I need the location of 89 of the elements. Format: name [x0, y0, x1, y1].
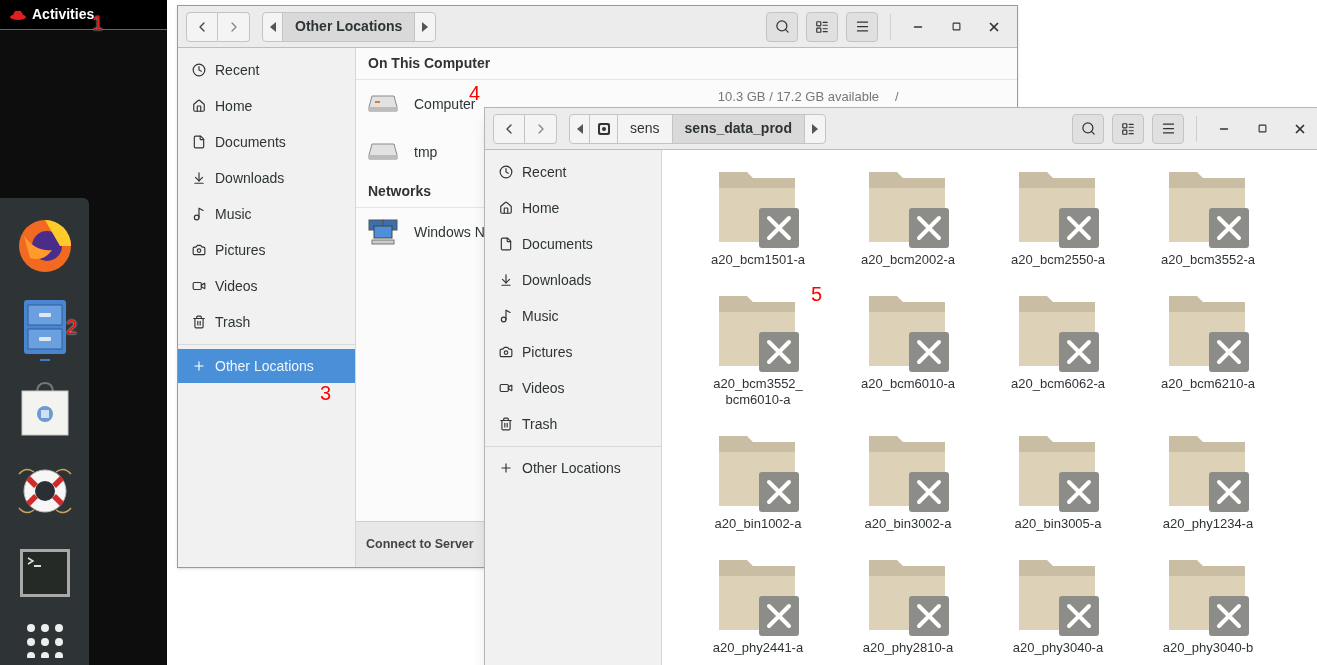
music-icon [192, 207, 206, 221]
file-name: a20_bcm2550-a [1010, 252, 1106, 268]
sidebar-item[interactable]: Recent [178, 52, 355, 88]
file-name: a20_bcm6010-a [860, 376, 956, 392]
video-icon [499, 381, 513, 395]
menu-button[interactable] [1152, 113, 1184, 144]
sidebar-item[interactable]: Documents [485, 226, 661, 262]
sidebar-item[interactable]: Trash [485, 406, 661, 442]
left-triangle-icon [269, 21, 276, 32]
home-icon [192, 99, 206, 113]
video-icon [192, 279, 206, 293]
menu-button[interactable] [846, 11, 878, 42]
file-name: a20_phy3040-a [1011, 640, 1105, 656]
trash-icon [192, 315, 206, 329]
list-view-icon [815, 19, 829, 34]
sidebar-item[interactable]: Downloads [178, 160, 355, 196]
file-name: a20_bin3002-a [863, 516, 953, 532]
file-name: a20_bin1002-a [713, 516, 803, 532]
sidebar-item[interactable]: Documents [178, 124, 355, 160]
file-name: a20_bcm1501-a [710, 252, 806, 268]
connect-to-server-label: Connect to Server [366, 536, 474, 554]
search-icon [774, 19, 790, 34]
mount-point-text: / [895, 90, 900, 104]
search-button[interactable] [1072, 113, 1104, 144]
document-icon [192, 135, 206, 149]
clock-icon [499, 165, 513, 179]
download-icon [499, 273, 513, 287]
clock-icon [192, 63, 206, 77]
file-name: a20_bcm2002-a [860, 252, 956, 268]
sidebar-item[interactable]: Pictures [178, 232, 355, 268]
path-segment[interactable]: sens_data_prod [672, 114, 805, 143]
annotation-number: 3 [320, 381, 332, 406]
app-grid-icon[interactable] [24, 622, 65, 658]
location-name: Windows N [414, 222, 485, 242]
sidebar-item[interactable]: Videos [485, 370, 661, 406]
file-cabinet-icon [22, 299, 67, 355]
location-name: tmp [414, 142, 438, 162]
sidebar-item[interactable]: Home [485, 190, 661, 226]
annotation-number: 5 [811, 282, 823, 307]
hard-drive-icon [368, 95, 398, 113]
document-icon [499, 237, 513, 251]
camera-icon [192, 243, 206, 257]
menu-icon [1160, 121, 1176, 136]
view-button[interactable] [1112, 113, 1144, 144]
path-segment[interactable]: Other Locations [283, 12, 416, 41]
file-name: a20_phy1234-a [1161, 516, 1255, 532]
list-view-icon [1121, 121, 1135, 136]
file-name: a20_phy2810-a [861, 640, 955, 656]
plus-icon [499, 461, 513, 475]
file-name: a20_bcm3552_bcm6010-a [712, 376, 804, 408]
home-icon [499, 201, 513, 215]
search-icon [1080, 121, 1096, 136]
hard-drive-icon [368, 143, 398, 161]
left-triangle-icon [576, 123, 583, 134]
file-name: a20_bcm3552-a [1160, 252, 1256, 268]
maximize-icon [951, 22, 961, 31]
sidebar-item[interactable]: Other Locations [485, 451, 661, 485]
file-name: a20_bcm6210-a [1160, 376, 1256, 392]
file-name: a20_bcm6062-a [1010, 376, 1106, 392]
music-icon [499, 309, 513, 323]
plus-icon [192, 359, 206, 373]
right-triangle-icon [811, 123, 818, 134]
right-triangle-icon [422, 21, 429, 32]
search-button[interactable] [766, 11, 798, 42]
menu-icon [854, 19, 870, 34]
annotation-number: 2 [66, 315, 78, 340]
view-button[interactable] [806, 11, 838, 42]
sidebar-item[interactable]: Home [178, 88, 355, 124]
section-header: Networks [368, 182, 432, 201]
network-computers-icon [368, 219, 398, 245]
camera-icon [499, 345, 513, 359]
file-name: a20_phy2441-a [711, 640, 805, 656]
hat-icon [10, 9, 26, 20]
trash-icon [499, 417, 513, 431]
download-icon [192, 171, 206, 185]
sidebar-item[interactable]: Videos [178, 268, 355, 304]
disk-usage-text: 10.3 GB / 17.2 GB available [717, 90, 879, 104]
path-segment[interactable]: sens [618, 114, 673, 143]
sidebar-item[interactable]: Recent [485, 154, 661, 190]
section-header: On This Computer [368, 54, 491, 73]
sidebar-item[interactable]: Music [485, 298, 661, 334]
sidebar-item[interactable]: Trash [178, 304, 355, 340]
maximize-icon [1257, 124, 1267, 133]
sidebar-item[interactable]: Pictures [485, 334, 661, 370]
sidebar-item[interactable]: Music [178, 196, 355, 232]
file-name: a20_phy3040-b [1161, 640, 1255, 656]
file-name: a20_bin3005-a [1013, 516, 1103, 532]
sidebar-item[interactable]: Downloads [485, 262, 661, 298]
drive-icon [596, 121, 611, 136]
